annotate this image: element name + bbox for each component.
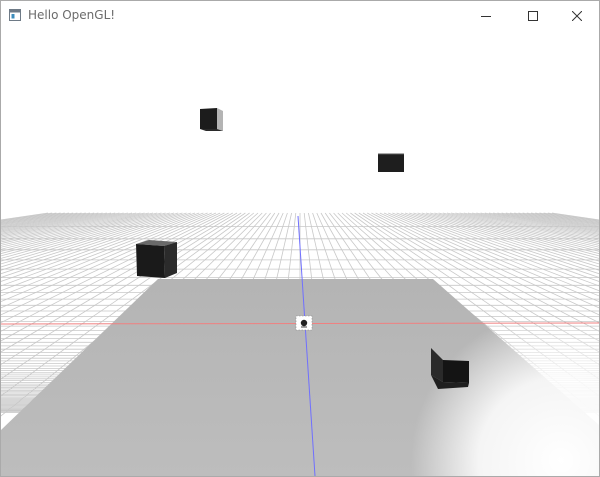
- cube-top-right: [378, 153, 404, 172]
- app-window-icon: [9, 9, 21, 21]
- maximize-button[interactable]: [510, 1, 556, 30]
- scene-canvas: [1, 108, 599, 476]
- window-title: Hello OpenGL!: [28, 8, 116, 22]
- cube-left: [136, 240, 177, 278]
- close-button[interactable]: [554, 1, 599, 30]
- maximize-icon: [528, 10, 538, 21]
- title-bar[interactable]: Hello OpenGL!: [1, 1, 599, 30]
- cube-top-left: [200, 108, 223, 131]
- light-glow: [381, 330, 599, 476]
- light-source-gizmo: [295, 315, 313, 331]
- minimize-icon: [481, 15, 491, 17]
- app-window: Hello OpenGL!: [0, 0, 600, 477]
- close-icon: [572, 10, 582, 21]
- minimize-button[interactable]: [463, 1, 509, 30]
- opengl-viewport[interactable]: [1, 30, 599, 476]
